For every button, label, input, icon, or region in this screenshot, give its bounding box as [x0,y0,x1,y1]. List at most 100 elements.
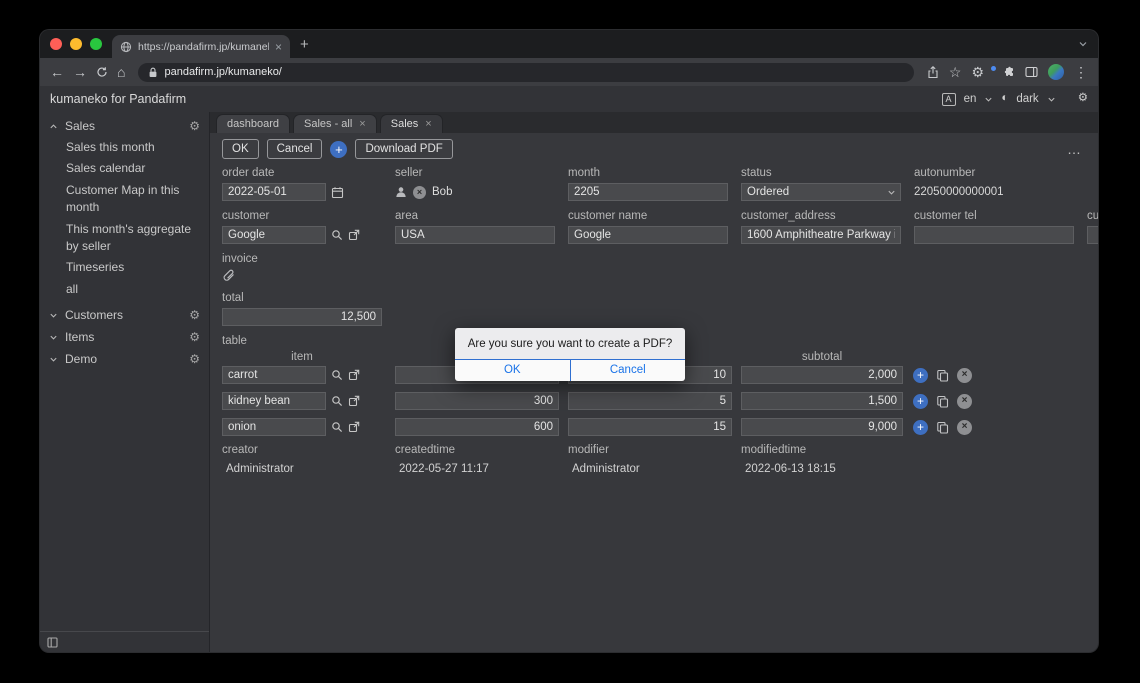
customer-address-input[interactable] [741,226,901,244]
tab-search-chevron-icon[interactable] [1078,39,1088,49]
external-link-icon[interactable] [348,395,360,407]
status-value: Ordered [747,186,789,198]
order-date-input[interactable] [222,183,326,201]
customer-tel-input[interactable] [914,226,1074,244]
delete-row-icon[interactable]: × [957,394,972,409]
forward-icon[interactable]: → [73,65,87,79]
profile-avatar[interactable] [1048,64,1064,80]
theme-select[interactable]: dark [1016,93,1038,105]
confirm-dialog: Are you sure you want to create a PDF? O… [455,328,685,381]
close-window-button[interactable] [50,38,62,50]
sidebar-section-items[interactable]: Items ⚙ [40,326,209,348]
item-input[interactable] [222,366,326,384]
sidebar-item-customer-map[interactable]: Customer Map in this month [66,180,201,219]
back-icon[interactable]: ← [50,65,64,79]
lookup-search-icon[interactable] [331,395,343,407]
sidebar-section-demo[interactable]: Demo ⚙ [40,348,209,370]
calendar-icon[interactable] [331,186,344,199]
minimize-window-button[interactable] [70,38,82,50]
sidebar-item-timeseries[interactable]: Timeseries [66,257,201,278]
customer-name-input[interactable] [568,226,728,244]
maximize-window-button[interactable] [90,38,102,50]
section-gear-icon[interactable]: ⚙ [189,120,200,132]
subtotal-input[interactable] [741,366,903,384]
extensions-puzzle-icon[interactable] [1003,66,1015,78]
dialog-cancel-button[interactable]: Cancel [570,360,686,381]
external-link-icon[interactable] [348,229,360,241]
sidebar-item-sales-this-month[interactable]: Sales this month [66,137,201,158]
subtotal-input[interactable] [741,392,903,410]
home-icon[interactable]: ⌂ [117,65,125,79]
collapse-sidebar-icon[interactable] [47,637,58,648]
field-label: invoice [222,253,382,265]
bookmark-star-icon[interactable]: ☆ [949,65,962,79]
section-gear-icon[interactable]: ⚙ [189,331,200,343]
tab-sales[interactable]: Sales × [380,114,443,133]
sidebar-item-aggregate-by-seller[interactable]: This month's aggregate by seller [66,219,201,258]
price-input[interactable] [395,418,559,436]
delete-row-icon[interactable]: × [957,368,972,383]
field-label: customer tel [914,210,1074,222]
total-input[interactable] [222,308,382,326]
copy-row-icon[interactable] [936,421,949,434]
sidebar-item-sales-calendar[interactable]: Sales calendar [66,158,201,179]
address-bar[interactable]: pandafirm.jp/kumaneko/ [138,63,913,82]
remove-seller-icon[interactable]: × [413,186,426,199]
lookup-search-icon[interactable] [331,229,343,241]
area-input[interactable] [395,226,555,244]
autonumber-value: 22050000000001 [914,183,1074,201]
status-select[interactable]: Ordered [741,183,901,201]
browser-tab[interactable]: https://pandafirm.jp/kumaneko × [112,35,290,58]
paperclip-icon[interactable] [222,269,236,283]
language-select[interactable]: en [964,93,977,105]
price-input[interactable] [395,392,559,410]
external-link-icon[interactable] [348,421,360,433]
app-settings-gear-icon[interactable]: ⚙ [1078,93,1088,105]
item-input[interactable] [222,418,326,436]
external-link-icon[interactable] [348,369,360,381]
extension-gear-icon[interactable]: ⚙ [971,65,984,79]
theme-chevron-icon[interactable] [1047,95,1056,104]
more-options-icon[interactable]: … [1067,141,1086,157]
subtotal-input[interactable] [741,418,903,436]
tab-sales-all[interactable]: Sales - all × [293,114,377,133]
new-tab-button[interactable]: + [300,37,309,52]
truncated-input[interactable] [1087,226,1098,244]
delete-row-icon[interactable]: × [957,420,972,435]
copy-row-icon[interactable] [936,369,949,382]
share-icon[interactable] [927,66,939,79]
side-panel-icon[interactable] [1025,66,1038,78]
app-body: Sales ⚙ Sales this month Sales calendar … [40,112,1098,652]
ok-button[interactable]: OK [222,139,259,159]
add-row-icon[interactable]: + [913,420,928,435]
lookup-search-icon[interactable] [331,421,343,433]
field-truncated: cu [1087,210,1098,244]
tab-close-icon[interactable]: × [275,40,282,54]
dialog-ok-button[interactable]: OK [455,360,570,381]
add-record-plus-icon[interactable]: + [330,141,347,158]
copy-row-icon[interactable] [936,395,949,408]
qty-input[interactable] [568,418,732,436]
qty-input[interactable] [568,392,732,410]
section-gear-icon[interactable]: ⚙ [189,353,200,365]
sidebar-section-sales[interactable]: Sales ⚙ [40,115,209,137]
sidebar-item-all[interactable]: all [66,279,201,300]
download-pdf-button[interactable]: Download PDF [355,139,452,159]
user-icon [395,186,407,198]
add-row-icon[interactable]: + [913,368,928,383]
customer-input[interactable] [222,226,326,244]
month-input[interactable] [568,183,728,201]
browser-menu-kebab-icon[interactable]: ⋮ [1074,65,1088,79]
field-label: cu [1087,210,1098,222]
item-input[interactable] [222,392,326,410]
reload-icon[interactable] [96,66,108,78]
section-gear-icon[interactable]: ⚙ [189,309,200,321]
add-row-icon[interactable]: + [913,394,928,409]
tab-dashboard[interactable]: dashboard [216,114,290,133]
sidebar-section-customers[interactable]: Customers ⚙ [40,304,209,326]
lookup-search-icon[interactable] [331,369,343,381]
tab-close-icon[interactable]: × [425,118,431,130]
language-chevron-icon[interactable] [984,95,993,104]
tab-close-icon[interactable]: × [359,118,365,130]
cancel-button[interactable]: Cancel [267,139,323,159]
